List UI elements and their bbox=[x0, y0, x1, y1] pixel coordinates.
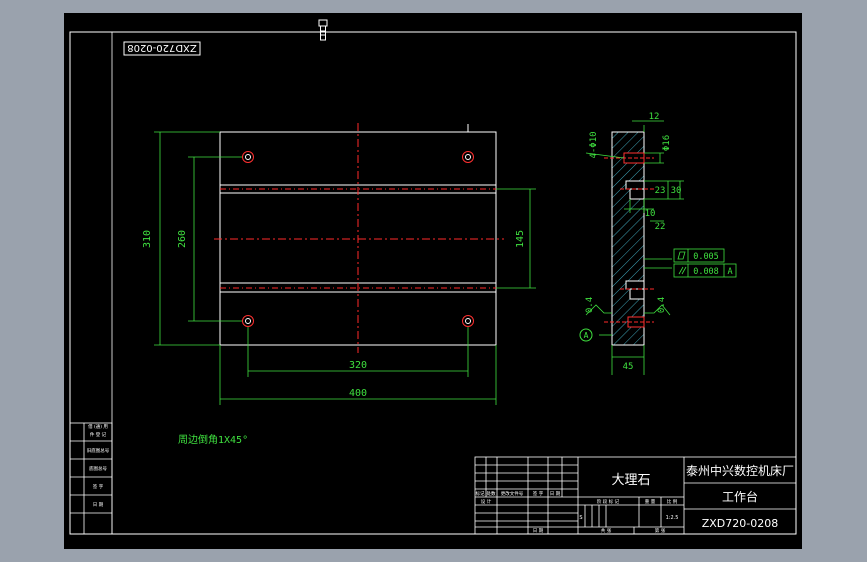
dim-145: 145 bbox=[515, 230, 526, 248]
mounting-hole-icon bbox=[462, 151, 474, 163]
dim-400: 400 bbox=[349, 388, 367, 399]
mounting-hole-icon bbox=[242, 151, 254, 163]
dim-310: 310 bbox=[142, 230, 153, 248]
dim-4-phi10: 4-Φ10 bbox=[589, 131, 599, 158]
tol-flatness: 0.005 bbox=[693, 252, 719, 262]
left-table-cell: 借 (通) 用 bbox=[88, 423, 108, 430]
datum-mark: A bbox=[584, 331, 589, 340]
roughness-left: 0.4 bbox=[585, 297, 595, 313]
dim-30: 30 bbox=[671, 186, 682, 196]
drawing-number: ZXD720-0208 bbox=[702, 517, 779, 530]
left-table-cell: 底图总号 bbox=[89, 465, 107, 472]
code-stamp: ZXD720-0208 bbox=[123, 41, 201, 56]
mounting-hole-icon bbox=[242, 315, 254, 327]
row-date: 日 期 bbox=[533, 528, 544, 534]
left-table-cell: 日 期 bbox=[93, 502, 104, 508]
roughness-right: 0.4 bbox=[657, 297, 667, 313]
plan-view bbox=[214, 123, 504, 353]
dim-320: 320 bbox=[349, 360, 367, 371]
part-name: 工作台 bbox=[722, 489, 758, 504]
cad-drawing: ZXD720-0208 310 260 145 320 400 12 4-Φ10… bbox=[69, 19, 797, 535]
left-table-cell: 件 登 记 bbox=[90, 431, 107, 438]
tol-datum: A bbox=[727, 267, 732, 277]
drawing-sheet: ZXD720-0208 310 260 145 320 400 12 4-Φ10… bbox=[64, 13, 802, 549]
left-side-table bbox=[69, 422, 113, 535]
stage-s: S bbox=[579, 515, 582, 521]
dim-22: 22 bbox=[655, 222, 666, 232]
stage-header: 重 量 bbox=[645, 498, 656, 505]
dim-10: 10 bbox=[645, 209, 656, 219]
sheet-number: 第 张 bbox=[655, 527, 666, 534]
stage-header: 阶 段 标 记 bbox=[597, 498, 620, 505]
code-stamp-text: ZXD720-0208 bbox=[127, 42, 197, 53]
rev-header: 签 字 bbox=[533, 490, 544, 497]
rev-header: 更改文件号 bbox=[501, 490, 524, 497]
material-label: 大理石 bbox=[611, 473, 650, 488]
rev-header: 标记 bbox=[476, 490, 485, 497]
chamfer-note: 周边倒角1X45° bbox=[178, 434, 248, 446]
dim-12: 12 bbox=[649, 112, 660, 122]
rev-header: 处数 bbox=[487, 490, 496, 497]
left-table-cell: 签 字 bbox=[93, 483, 104, 490]
plan-dimensions bbox=[154, 131, 536, 405]
left-table-cell: 旧底图总号 bbox=[87, 447, 110, 454]
company-name: 泰州中兴数控机床厂 bbox=[686, 463, 794, 478]
scale-value: 1:2.5 bbox=[666, 515, 679, 521]
stage-header: 比 例 bbox=[667, 498, 678, 505]
dim-phi16: Φ16 bbox=[662, 135, 672, 151]
row-design: 设 计 bbox=[481, 498, 492, 505]
tol-parallel: 0.008 bbox=[693, 267, 719, 277]
mounting-hole-icon bbox=[462, 315, 474, 327]
dim-260: 260 bbox=[177, 230, 188, 248]
center-mark-icon bbox=[318, 19, 328, 41]
rev-header: 日 期 bbox=[550, 491, 561, 497]
section-body bbox=[611, 131, 645, 346]
dim-23: 23 bbox=[655, 186, 666, 196]
dim-45: 45 bbox=[623, 362, 634, 372]
sheet-total: 共 张 bbox=[601, 527, 612, 534]
flatness-icon bbox=[677, 251, 686, 260]
datum-a-icon: A bbox=[579, 328, 593, 342]
